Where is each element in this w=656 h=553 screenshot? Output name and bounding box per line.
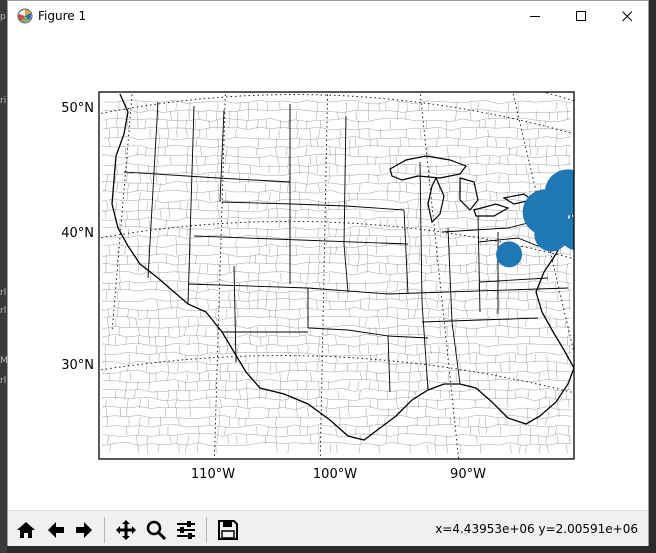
great-lakes (389, 155, 534, 224)
matplotlib-icon (17, 8, 33, 24)
save-button[interactable] (214, 516, 242, 544)
forward-button[interactable] (70, 516, 98, 544)
pan-button[interactable] (112, 516, 140, 544)
background-window-strip: p ri rl M rl rl (0, 0, 8, 553)
scatter-marker (496, 241, 523, 268)
minimize-button[interactable] (512, 1, 558, 32)
home-button[interactable] (12, 516, 40, 544)
figure-window: Figure 1 50°N 40°N 30°N 110°W 100°W 90°W… (7, 0, 649, 546)
maximize-icon (575, 11, 586, 21)
home-icon (17, 522, 35, 538)
zoom-button[interactable] (142, 516, 170, 544)
xtick-label-100w: 100°W (313, 467, 357, 482)
xtick-label-110w: 110°W (191, 467, 235, 482)
map-plot[interactable]: 50°N 40°N 30°N 110°W 100°W 90°W (8, 32, 648, 510)
maximize-button[interactable] (558, 1, 604, 32)
toolbar-separator (104, 517, 105, 543)
scatter-marker (559, 216, 574, 251)
ytick-label-50n: 50°N (61, 101, 94, 116)
close-button[interactable] (604, 1, 650, 32)
back-arrow-icon (48, 522, 64, 538)
bg-fragment: rl (0, 288, 7, 298)
county-mesh-lines (102, 99, 572, 454)
minimize-icon (529, 16, 540, 17)
ytick-label-30n: 30°N (61, 358, 94, 373)
pan-icon (116, 520, 136, 540)
cursor-coordinates: x=4.43953e+06 y=2.00591e+06 (435, 522, 638, 536)
scatter-markers (496, 169, 574, 268)
zoom-icon (146, 520, 167, 541)
bg-fragment: rl (0, 306, 7, 316)
forward-arrow-icon (76, 522, 92, 538)
ytick-label-40n: 40°N (61, 226, 94, 241)
configure-subplots-button[interactable] (172, 516, 200, 544)
bg-fragment: ri (0, 96, 7, 106)
configure-subplots-icon (177, 521, 195, 539)
navigation-toolbar: x=4.43953e+06 y=2.00591e+06 (8, 510, 648, 546)
close-icon (621, 11, 632, 22)
window-title: Figure 1 (38, 9, 87, 23)
save-icon (218, 520, 238, 540)
axes-frame (98, 91, 575, 460)
bg-fragment: rl (0, 376, 7, 386)
toolbar-separator (206, 517, 207, 543)
map-area (99, 92, 574, 459)
xtick-label-90w: 90°W (450, 467, 486, 482)
title-bar[interactable]: Figure 1 (8, 1, 648, 32)
bg-fragment: p (0, 12, 6, 22)
county-boundaries (102, 99, 572, 454)
figure-canvas[interactable]: 50°N 40°N 30°N 110°W 100°W 90°W (8, 32, 648, 510)
back-button[interactable] (42, 516, 70, 544)
